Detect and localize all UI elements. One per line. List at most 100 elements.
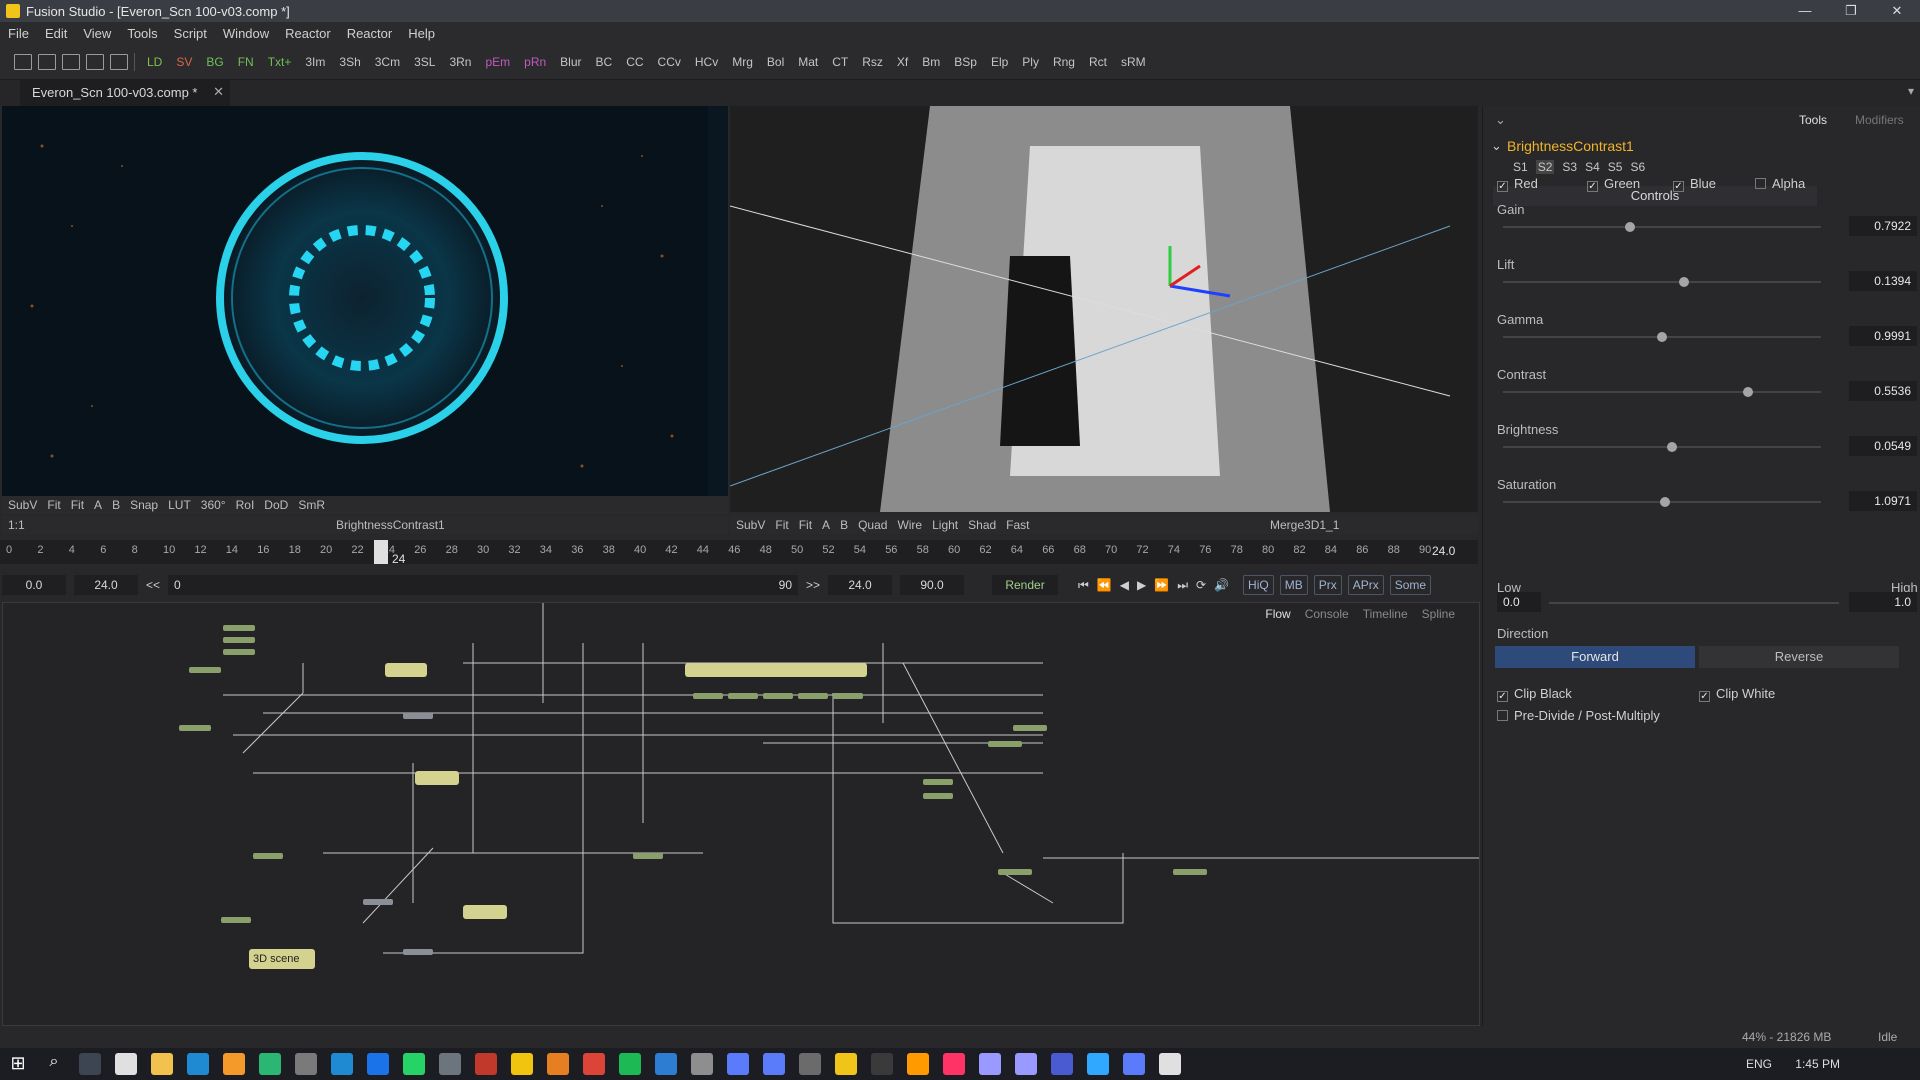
slider-knob[interactable] bbox=[1742, 387, 1753, 397]
sticky-note[interactable] bbox=[415, 771, 459, 785]
slider-track-gain[interactable] bbox=[1503, 222, 1821, 232]
fit-button[interactable]: Fit bbox=[47, 498, 60, 512]
flow-node[interactable] bbox=[798, 693, 828, 699]
right-viewer[interactable] bbox=[730, 106, 1478, 512]
slider-track-contrast[interactable] bbox=[1503, 387, 1821, 397]
app-icon[interactable] bbox=[259, 1053, 281, 1075]
reverse-button[interactable]: Reverse bbox=[1699, 646, 1899, 668]
high-value[interactable]: 1.0 bbox=[1849, 592, 1917, 612]
tool-button-bc[interactable]: BC bbox=[596, 55, 613, 69]
calculator-icon[interactable] bbox=[115, 1053, 137, 1075]
flow-node[interactable] bbox=[223, 637, 255, 643]
app-icon[interactable] bbox=[223, 1053, 245, 1075]
spotify-icon[interactable] bbox=[619, 1053, 641, 1075]
fast-button[interactable]: Fast bbox=[1006, 518, 1029, 532]
left-viewer[interactable] bbox=[2, 106, 728, 496]
sticky-note[interactable] bbox=[385, 663, 427, 677]
tool-button-bm[interactable]: Bm bbox=[922, 55, 940, 69]
slider-track-saturation[interactable] bbox=[1503, 497, 1821, 507]
smr-button[interactable]: SmR bbox=[298, 498, 325, 512]
tool-button-bsp[interactable]: BSp bbox=[954, 55, 977, 69]
version-s2[interactable]: S2 bbox=[1535, 160, 1555, 174]
tool-button-srm[interactable]: sRM bbox=[1121, 55, 1146, 69]
lut-button[interactable]: LUT bbox=[168, 498, 191, 512]
tool-button-3sh[interactable]: 3Sh bbox=[339, 55, 360, 69]
slider-value-gamma[interactable]: 0.9991 bbox=[1849, 326, 1917, 346]
flow-node[interactable] bbox=[403, 713, 433, 719]
flow-node[interactable] bbox=[923, 793, 953, 799]
layout-horizontal-icon[interactable] bbox=[62, 53, 80, 70]
low-value[interactable]: 0.0 bbox=[1497, 592, 1541, 612]
flow-node[interactable] bbox=[763, 693, 793, 699]
app-icon[interactable] bbox=[727, 1053, 749, 1075]
slider-knob[interactable] bbox=[1660, 497, 1671, 507]
fit-button-2[interactable]: Fit bbox=[799, 518, 812, 532]
flow-node[interactable] bbox=[363, 899, 393, 905]
subview-button[interactable]: SubV bbox=[736, 518, 765, 532]
slider-track-gamma[interactable] bbox=[1503, 332, 1821, 342]
slider-value-gain[interactable]: 0.7922 bbox=[1849, 216, 1917, 236]
tool-button-3im[interactable]: 3Im bbox=[305, 55, 325, 69]
hiq-toggle[interactable]: HiQ bbox=[1243, 575, 1274, 595]
whatsapp-icon[interactable] bbox=[403, 1053, 425, 1075]
tool-button-3cm[interactable]: 3Cm bbox=[375, 55, 400, 69]
document-tab[interactable]: Everon_Scn 100-v03.comp * ✕ bbox=[20, 80, 230, 106]
go-to-start-icon[interactable]: ⏮ bbox=[1078, 578, 1089, 593]
app-icon[interactable] bbox=[547, 1053, 569, 1075]
selective-update-toggle[interactable]: Some bbox=[1389, 575, 1432, 595]
tool-button-mrg[interactable]: Mrg bbox=[732, 55, 753, 69]
subview-button[interactable]: SubV bbox=[8, 498, 37, 512]
flow-node[interactable] bbox=[223, 649, 255, 655]
fusion-taskbar-icon[interactable] bbox=[835, 1053, 857, 1075]
menu-reactor-2[interactable]: Reactor bbox=[347, 26, 393, 41]
fit-button[interactable]: Fit bbox=[775, 518, 788, 532]
tool-button-elp[interactable]: Elp bbox=[991, 55, 1008, 69]
version-s1[interactable]: S1 bbox=[1513, 160, 1528, 174]
slider-knob[interactable] bbox=[1666, 442, 1677, 452]
skype-icon[interactable] bbox=[331, 1053, 353, 1075]
roi-button[interactable]: RoI bbox=[236, 498, 255, 512]
global-end-field[interactable]: 90.0 bbox=[900, 575, 965, 595]
layout-split-icon[interactable] bbox=[38, 53, 56, 70]
tool-button-pem[interactable]: pEm bbox=[485, 55, 510, 69]
flow-node[interactable] bbox=[223, 625, 255, 631]
maximize-button[interactable]: ❐ bbox=[1828, 0, 1874, 22]
clip-black-checkbox[interactable]: ✓ Clip Black bbox=[1497, 686, 1572, 702]
view-360-button[interactable]: 360° bbox=[201, 498, 226, 512]
proxy-toggle[interactable]: Prx bbox=[1313, 575, 1342, 595]
app-icon[interactable] bbox=[799, 1053, 821, 1075]
channel-red[interactable]: ✓ Red bbox=[1497, 176, 1538, 192]
tool-button-3sl[interactable]: 3SL bbox=[414, 55, 435, 69]
close-tab-icon[interactable]: ✕ bbox=[213, 84, 224, 100]
time-ruler[interactable]: 0 2 4 6 8 10 12 14 16 18 20 22 24 26 28 30 32 34 36 38 40 42 4… bbox=[0, 540, 1478, 566]
flow-node[interactable] bbox=[403, 949, 433, 955]
photoshop-icon[interactable] bbox=[1087, 1053, 1109, 1075]
app-icon[interactable] bbox=[439, 1053, 461, 1075]
slider-value-saturation[interactable]: 1.0971 bbox=[1849, 491, 1917, 511]
fit-button-2[interactable]: Fit bbox=[71, 498, 84, 512]
app-icon[interactable] bbox=[1123, 1053, 1145, 1075]
slider-value-contrast[interactable]: 0.5536 bbox=[1849, 381, 1917, 401]
playhead[interactable] bbox=[374, 540, 388, 564]
app-icon[interactable] bbox=[1159, 1053, 1181, 1075]
forward-button[interactable]: Forward bbox=[1495, 646, 1695, 668]
wire-button[interactable]: Wire bbox=[897, 518, 922, 532]
time-slider[interactable]: 0 90 bbox=[168, 575, 799, 595]
buffer-b-button[interactable]: B bbox=[840, 518, 848, 532]
tool-button-ct[interactable]: CT bbox=[832, 55, 848, 69]
slider-knob[interactable] bbox=[1625, 222, 1636, 232]
search-icon[interactable]: ⌕ bbox=[43, 1053, 65, 1075]
flow-node[interactable] bbox=[633, 853, 663, 859]
version-s3[interactable]: S3 bbox=[1562, 160, 1577, 174]
after-effects-icon[interactable] bbox=[1015, 1053, 1037, 1075]
expand-chevron-icon[interactable]: ⌄ bbox=[1491, 138, 1502, 154]
slider-track-lift[interactable] bbox=[1503, 277, 1821, 287]
premiere-icon[interactable] bbox=[979, 1053, 1001, 1075]
render-start-field[interactable]: 24.0 bbox=[74, 575, 138, 595]
quad-button[interactable]: Quad bbox=[858, 518, 887, 532]
sticky-note[interactable] bbox=[463, 905, 507, 919]
snap-button[interactable]: Snap bbox=[130, 498, 158, 512]
scrub-left-button[interactable]: << bbox=[146, 578, 160, 592]
menu-view[interactable]: View bbox=[83, 26, 111, 41]
channel-blue[interactable]: ✓ Blue bbox=[1673, 176, 1716, 192]
